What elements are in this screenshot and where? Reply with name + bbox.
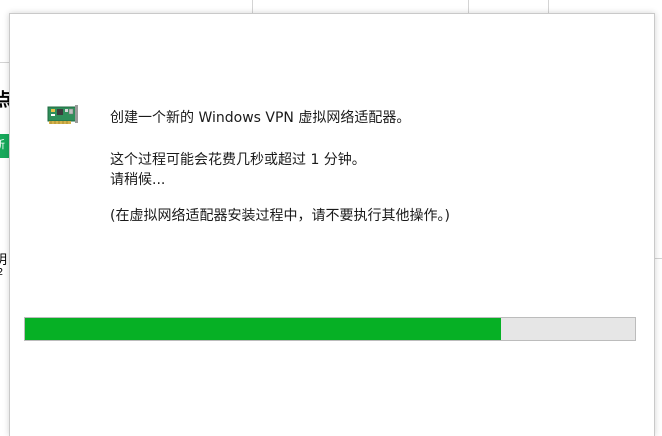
warning-message: (在虚拟网络适配器安装过程中，请不要执行其他操作。) xyxy=(110,208,450,224)
background-divider xyxy=(468,0,469,13)
network-adapter-icon xyxy=(47,105,78,124)
background-divider xyxy=(0,62,9,63)
install-progress-bar xyxy=(24,317,636,341)
progress-bar-fill xyxy=(25,318,501,340)
wait-message: 请稍候... xyxy=(110,172,166,188)
status-message: 创建一个新的 Windows VPN 虚拟网络适配器。 xyxy=(110,110,411,126)
background-divider xyxy=(548,0,549,13)
background-text: 新 xyxy=(0,139,5,150)
background-text: 2 xyxy=(0,267,4,278)
background-text: 明 xyxy=(0,253,8,268)
duration-message: 这个过程可能会花费几秒或超过 1 分钟。 xyxy=(110,152,366,168)
background-divider xyxy=(252,0,253,13)
vpn-adapter-progress-dialog: 创建一个新的 Windows VPN 虚拟网络适配器。 这个过程可能会花费几秒或… xyxy=(9,13,655,436)
